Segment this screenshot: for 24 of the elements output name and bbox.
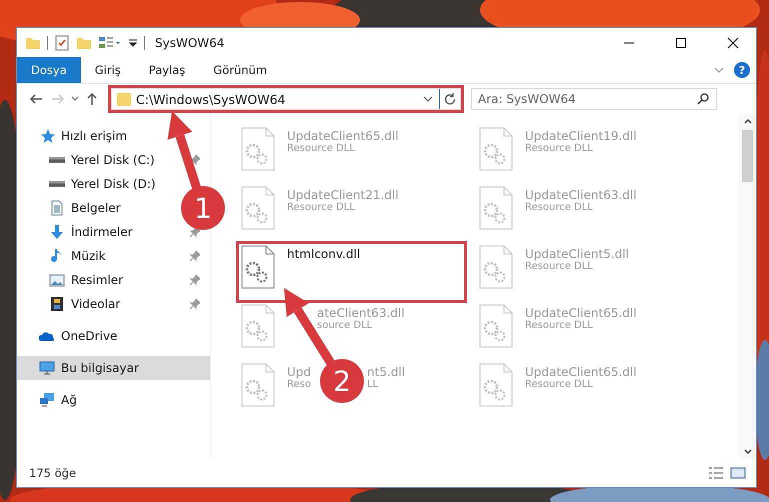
file-name: UpdateClient63.dll	[525, 188, 637, 202]
file-type: Resource DLL	[287, 202, 356, 213]
file-type: Reso	[287, 379, 311, 390]
file-name: UpdateClient21.dll	[287, 188, 399, 202]
item-count: 175 öğe	[29, 466, 76, 480]
file-name: Upd	[287, 365, 312, 379]
file-type: Resource DLL	[525, 261, 594, 272]
file-name: UpdateClient19.dll	[525, 129, 637, 143]
file-type: Resource DLL	[525, 320, 594, 331]
window-title: SysWOW64	[155, 36, 224, 50]
file-name: UpdateClient65.dll	[525, 306, 637, 320]
file-type: Resource DLL	[525, 143, 594, 154]
file-type: source DLL	[317, 320, 374, 331]
file-type: Resource DLL	[525, 202, 594, 213]
file-name: UpdateClient5.dll	[525, 247, 629, 261]
file-type: LL	[366, 379, 378, 390]
file-name: ateClient63.dll	[317, 306, 405, 320]
file-name: htmlconv.dll	[287, 247, 360, 261]
file-name: UpdateClient65.dll	[287, 129, 399, 143]
file-type: Resource DLL	[525, 379, 594, 390]
file-name: UpdateClient65.dll	[525, 365, 637, 379]
file-type: Resource DLL	[287, 143, 356, 154]
file-name: nt5.dll	[367, 365, 406, 379]
address-path: C:\Windows\SysWOW64	[135, 92, 286, 106]
